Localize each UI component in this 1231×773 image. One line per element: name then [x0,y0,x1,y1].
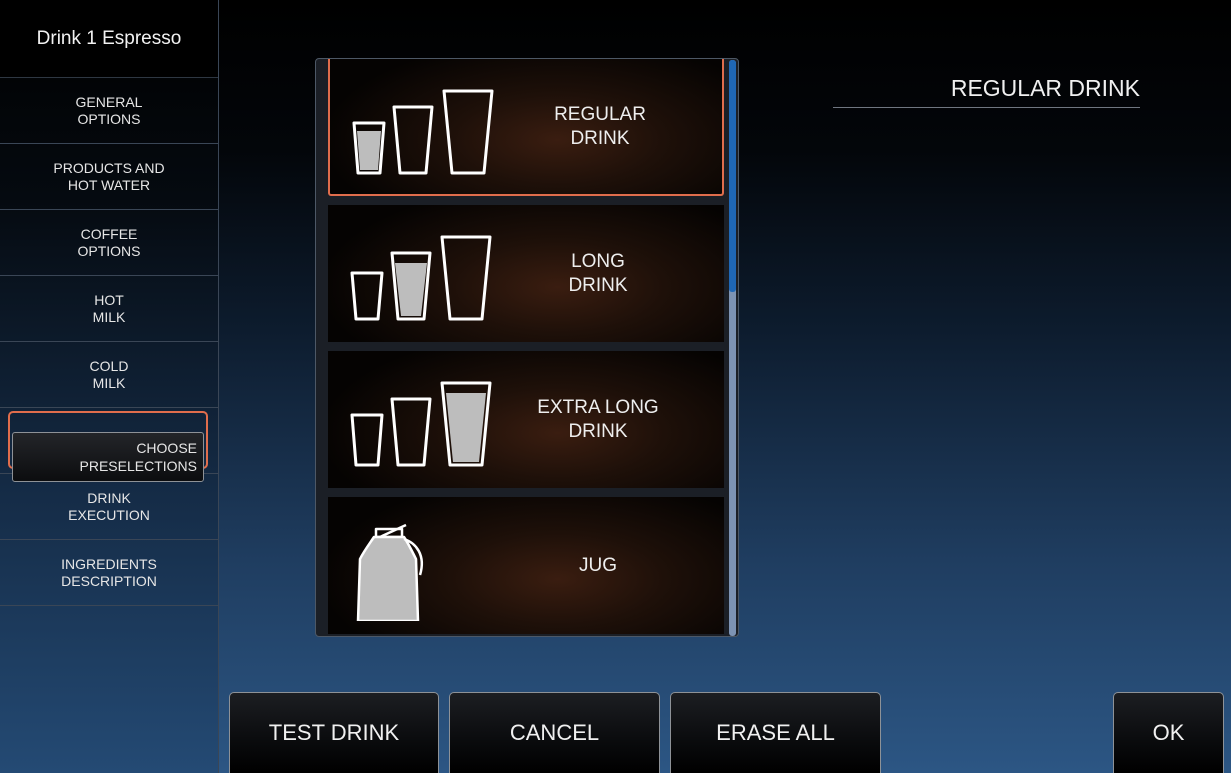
test-drink-button[interactable]: TEST DRINK [229,692,439,773]
selection-highlight: CHOOSE PRESELECTIONS [8,411,208,482]
list-item-label: JUG [579,554,617,576]
list-item-jug[interactable]: JUG [328,497,724,634]
list-item-extra-long-drink[interactable]: EXTRA LONG DRINK [328,351,724,488]
drink-title: Drink 1 Espresso [0,0,218,78]
list-item-regular-drink[interactable]: REGULAR DRINK [328,59,724,196]
sidebar-item-coffee-options[interactable]: COFFEE OPTIONS [0,210,218,276]
sidebar-item-label: COFFEE OPTIONS [77,225,141,259]
preselection-list: REGULAR DRINK LONG DRINK EXTRA LONG DRIN… [315,58,739,637]
sidebar: Drink 1 Espresso GENERAL OPTIONS PRODUCT… [0,0,219,773]
sidebar-item-cold-milk[interactable]: COLD MILK [0,342,218,408]
sidebar-item-hot-milk[interactable]: HOT MILK [0,276,218,342]
sidebar-item-general-options[interactable]: GENERAL OPTIONS [0,78,218,144]
sidebar-item-label: COLD MILK [89,357,129,391]
scrollbar-thumb[interactable] [729,60,736,292]
list-item-label: LONG DRINK [568,250,628,296]
sidebar-item-products-hot-water[interactable]: PRODUCTS AND HOT WATER [0,144,218,210]
list-item-label: REGULAR DRINK [554,103,646,149]
sidebar-item-drink-execution[interactable]: DRINK EXECUTION [0,474,218,540]
sidebar-item-choose-preselections[interactable]: CHOOSE PRESELECTIONS [0,408,218,482]
sidebar-item-label: INGREDIENTS DESCRIPTION [61,555,157,589]
medium-cup-filled-icon [350,235,492,321]
large-cup-filled-icon [350,381,492,467]
ok-button[interactable]: OK [1113,692,1224,773]
sidebar-item-ingredients-description[interactable]: INGREDIENTS DESCRIPTION [0,540,218,606]
erase-all-button[interactable]: ERASE ALL [670,692,881,773]
list-item-label: EXTRA LONG DRINK [537,396,659,442]
sidebar-item-label: GENERAL OPTIONS [75,93,143,127]
sidebar-item-label: PRODUCTS AND HOT WATER [53,159,165,193]
list-item-long-drink[interactable]: LONG DRINK [328,205,724,342]
list-scrollbar[interactable] [729,60,736,636]
selected-preselection-title: REGULAR DRINK [833,74,1140,108]
small-cup-filled-icon [352,89,494,175]
jug-icon [356,523,423,621]
sidebar-item-label: DRINK EXECUTION [68,489,150,523]
cancel-button[interactable]: CANCEL [449,692,660,773]
sidebar-item-label: HOT MILK [92,291,126,325]
